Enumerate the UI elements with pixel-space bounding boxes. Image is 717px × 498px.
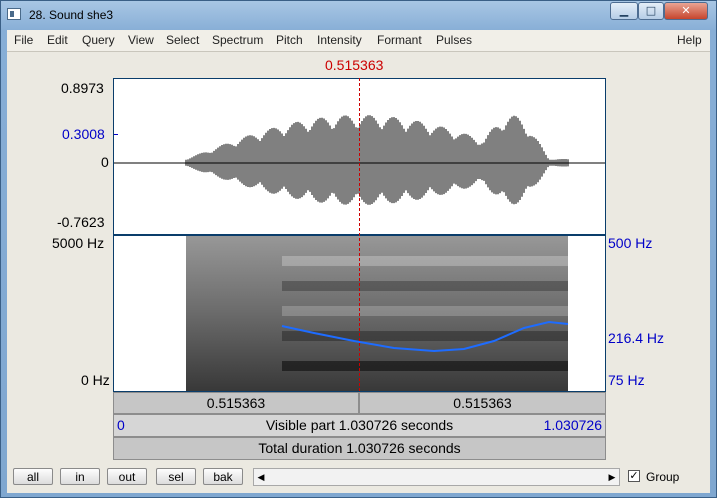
- minimize-icon[interactable]: ▁: [610, 2, 638, 20]
- spectrogram-band: [282, 256, 568, 266]
- time-bar-left[interactable]: 0.515363: [113, 392, 359, 414]
- menu-edit[interactable]: Edit: [47, 33, 68, 47]
- menu-spectrum[interactable]: Spectrum: [212, 33, 263, 47]
- total-duration-bar[interactable]: Total duration 1.030726 seconds: [113, 437, 606, 460]
- visible-start-label: 0: [117, 417, 125, 433]
- client-area: File Edit Query View Select Spectrum Pit…: [7, 30, 710, 493]
- time-bar-right[interactable]: 0.515363: [359, 392, 606, 414]
- pitch-top-label: 500 Hz: [608, 235, 653, 251]
- waveform-min-label: -0.7623: [57, 214, 105, 230]
- horizontal-scrollbar[interactable]: ◀ ▶: [253, 468, 620, 486]
- spectrogram-band: [282, 361, 568, 371]
- visible-part-label: Visible part 1.030726 seconds: [265, 417, 454, 433]
- group-label: Group: [646, 470, 680, 484]
- menu-file[interactable]: File: [14, 33, 33, 47]
- window-icon[interactable]: [7, 8, 21, 20]
- pitch-mid-label: 216.4 Hz: [608, 330, 665, 346]
- visible-part-bar[interactable]: 0 Visible part 1.030726 seconds 1.030726: [113, 414, 606, 437]
- out-button[interactable]: out: [107, 468, 147, 485]
- title-bar[interactable]: 28. Sound she3 ▁ □ ✕: [1, 1, 716, 29]
- spectrogram-band: [282, 281, 568, 291]
- visible-end-label: 1.030726: [543, 417, 602, 433]
- waveform-zero-label: 0: [101, 154, 109, 170]
- all-button[interactable]: all: [13, 468, 53, 485]
- waveform-marker-label: 0.3008: [62, 126, 105, 142]
- menu-view[interactable]: View: [128, 33, 154, 47]
- scroll-left-icon[interactable]: ◀: [254, 469, 268, 485]
- menu-select[interactable]: Select: [166, 33, 199, 47]
- waveform-max-label: 0.8973: [61, 80, 104, 96]
- menu-pitch[interactable]: Pitch: [276, 33, 303, 47]
- bak-button[interactable]: bak: [203, 468, 243, 485]
- right-time-label: 0.515363: [453, 395, 512, 411]
- menu-pulses[interactable]: Pulses: [436, 33, 472, 47]
- praat-sound-window: 28. Sound she3 ▁ □ ✕ File Edit Query Vie…: [0, 0, 717, 498]
- pitch-bottom-label: 75 Hz: [608, 372, 645, 388]
- menu-formant[interactable]: Formant: [377, 33, 422, 47]
- cursor-line: [359, 78, 360, 391]
- maximize-icon[interactable]: □: [638, 2, 664, 20]
- close-icon[interactable]: ✕: [664, 2, 708, 20]
- menu-bar: File Edit Query View Select Spectrum Pit…: [7, 30, 710, 52]
- total-duration-label: Total duration 1.030726 seconds: [258, 440, 461, 456]
- waveform-trace: [185, 115, 569, 205]
- cursor-time-label: 0.515363: [325, 57, 384, 73]
- menu-intensity[interactable]: Intensity: [317, 33, 362, 47]
- marker-tick: [114, 134, 118, 135]
- left-time-label: 0.515363: [206, 395, 266, 411]
- sel-button[interactable]: sel: [156, 468, 196, 485]
- window-title: 28. Sound she3: [29, 8, 114, 22]
- spectrogram-bottom-left-label: 0 Hz: [81, 372, 110, 388]
- menu-query[interactable]: Query: [82, 33, 115, 47]
- menu-help[interactable]: Help: [677, 33, 702, 47]
- spectrogram-band: [282, 306, 568, 316]
- group-checkbox[interactable]: ✓: [628, 470, 640, 482]
- scroll-right-icon[interactable]: ▶: [605, 469, 619, 485]
- in-button[interactable]: in: [60, 468, 100, 485]
- spectrogram-top-left-label: 5000 Hz: [52, 235, 105, 251]
